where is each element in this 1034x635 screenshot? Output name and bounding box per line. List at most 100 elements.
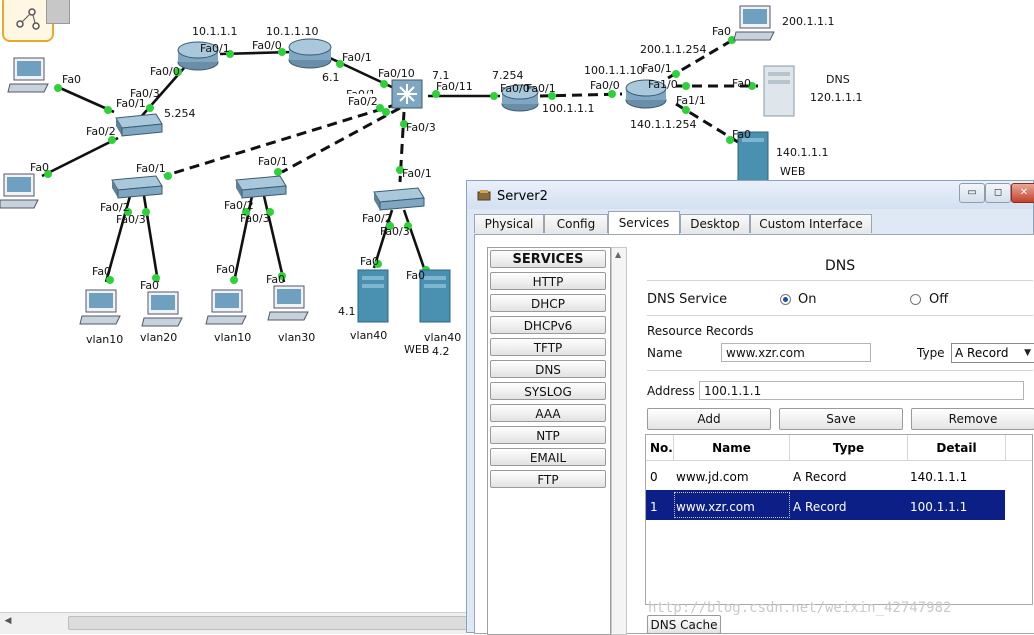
ms-fa011-label: Fa0/11 xyxy=(436,80,473,93)
dns-fa0-label: Fa0 xyxy=(732,77,752,90)
link-sw1-pc2 xyxy=(41,136,119,178)
maximize-button[interactable]: ◻ xyxy=(985,183,1011,203)
r2-fa01-label: Fa0/1 xyxy=(342,51,372,64)
web-ip-label: 140.1.1.1 xyxy=(776,146,829,159)
swb-fa01-label: Fa0/1 xyxy=(258,155,288,168)
swc-fa01-label: Fa0/1 xyxy=(402,167,432,180)
name-field[interactable]: www.xzr.com xyxy=(721,343,871,362)
remove-button[interactable]: Remove xyxy=(911,408,1034,430)
table-header-type[interactable]: Type xyxy=(790,435,908,461)
window-title: Server2 xyxy=(497,189,548,204)
dns-ip-label: 120.1.1.1 xyxy=(810,91,863,104)
switch-swb-icon xyxy=(235,175,287,199)
tab-desktop[interactable]: Desktop xyxy=(680,214,750,233)
scrollbar-thumb[interactable] xyxy=(68,616,468,630)
tab-services[interactable]: Services xyxy=(608,211,680,234)
s2-name-label: vlan40 xyxy=(424,331,462,344)
switch-sw1-icon xyxy=(115,113,163,137)
dns-on-radio[interactable] xyxy=(780,294,791,305)
services-header-button[interactable]: SERVICES xyxy=(490,250,606,268)
row-name: www.jd.com xyxy=(676,470,749,484)
swa-fa01-label: Fa0/1 xyxy=(136,162,166,175)
pa-fa0-label: Fa0 xyxy=(92,265,112,278)
dns-off-label: Off xyxy=(929,292,949,307)
row-no: 1 xyxy=(650,500,658,514)
router-r2-icon xyxy=(288,38,332,69)
dns-records-table: No. Name Type Detail 0 www.jd.com A Reco… xyxy=(645,434,1033,605)
service-ftp-button[interactable]: FTP xyxy=(490,470,606,488)
sw1-fa03-label: Fa0/3 xyxy=(130,87,160,100)
window-titlebar[interactable]: Server2 ▭ ◻ ✕ xyxy=(467,181,1034,209)
scroll-up-icon[interactable]: ▲ xyxy=(615,250,621,259)
ms-fa03-label: Fa0/3 xyxy=(406,121,436,134)
ra-fa01-label: Fa0/1 xyxy=(526,82,556,95)
swa-fa03-label: Fa0/3 xyxy=(116,213,146,226)
row-detail: 100.1.1.1 xyxy=(910,500,968,514)
server-app-icon xyxy=(477,190,491,201)
swc-fa03-label: Fa0/3 xyxy=(380,225,410,238)
r1-fa01-label: Fa0/1 xyxy=(200,42,230,55)
dns-heading: DNS xyxy=(825,258,856,274)
service-dhcp-button[interactable]: DHCP xyxy=(490,294,606,312)
tab-physical[interactable]: Physical xyxy=(474,214,544,233)
table-header-filler xyxy=(1006,435,1032,461)
service-dns-button[interactable]: DNS xyxy=(490,360,606,378)
dns-service-label: DNS Service xyxy=(647,292,728,307)
row-detail: 140.1.1.1 xyxy=(910,470,968,484)
name-label: Name xyxy=(647,346,683,360)
service-tftp-button[interactable]: TFTP xyxy=(490,338,606,356)
s1-ip-label: 4.1 xyxy=(338,305,356,318)
ra-ip2-label: 100.1.1.1 xyxy=(542,102,595,115)
tab-custom-interface[interactable]: Custom Interface xyxy=(750,214,872,233)
pc-fa0-label: Fa0 xyxy=(216,263,236,276)
add-button[interactable]: Add xyxy=(647,408,771,430)
service-aaa-button[interactable]: AAA xyxy=(490,404,606,422)
divider xyxy=(647,280,1033,281)
s2-ip-label: 4.2 xyxy=(432,345,450,358)
r2-fa00-label: Fa0/0 xyxy=(252,39,282,52)
rb-fa11-label: Fa1/1 xyxy=(676,94,706,107)
pc-pc-icon xyxy=(205,289,247,325)
swb-fa02-label: Fa0/2 xyxy=(224,199,254,212)
table-header-no[interactable]: No. xyxy=(646,435,674,461)
sw1-ip-label: 5.254 xyxy=(164,107,196,120)
table-header-detail[interactable]: Detail xyxy=(908,435,1006,461)
s1-fa0-label: Fa0 xyxy=(360,255,380,268)
rb-ip200-label: 200.1.1.254 xyxy=(640,43,707,56)
dns-off-radio[interactable] xyxy=(910,294,921,305)
scroll-left-icon[interactable]: ◀ xyxy=(2,616,14,628)
rb-fa00-label: Fa0/0 xyxy=(590,79,620,92)
save-button[interactable]: Save xyxy=(779,408,903,430)
rb-ip-label: 100.1.1.10 xyxy=(584,64,644,77)
divider xyxy=(647,370,1033,371)
type-select[interactable]: A Record ▼ xyxy=(951,343,1034,363)
pd-name-label: vlan30 xyxy=(278,331,316,344)
service-email-button[interactable]: EMAIL xyxy=(490,448,606,466)
link-swb-pd xyxy=(262,195,286,283)
minimize-button[interactable]: ▭ xyxy=(959,183,985,203)
swb-fa03-label: Fa0/3 xyxy=(240,212,270,225)
close-button[interactable]: ✕ xyxy=(1011,183,1034,203)
table-header-name[interactable]: Name xyxy=(674,435,790,461)
service-dhcpv6-button[interactable]: DHCPv6 xyxy=(490,316,606,334)
canvas-horizontal-scrollbar[interactable]: ◀ xyxy=(0,612,468,634)
services-list-scrollbar[interactable]: ▲ xyxy=(611,247,627,635)
row-name: www.xzr.com xyxy=(676,500,755,514)
pc-pa-icon xyxy=(79,289,121,325)
service-syslog-button[interactable]: SYSLOG xyxy=(490,382,606,400)
pc2-fa0-label: Fa0 xyxy=(30,161,50,174)
service-http-button[interactable]: HTTP xyxy=(490,272,606,290)
web-fa0-label: Fa0 xyxy=(732,128,752,141)
dns-cache-button[interactable]: DNS Cache xyxy=(647,615,721,634)
tab-config[interactable]: Config xyxy=(544,214,608,233)
address-field[interactable]: 100.1.1.1 xyxy=(699,381,1024,400)
rb-fa01-label: Fa0/1 xyxy=(642,62,672,75)
service-ntp-button[interactable]: NTP xyxy=(490,426,606,444)
pb-fa0-label: Fa0 xyxy=(140,279,160,292)
switch-swc-icon xyxy=(373,187,425,211)
pb-name-label: vlan20 xyxy=(140,331,178,344)
chevron-down-icon: ▼ xyxy=(1024,348,1031,358)
link-ms-swb xyxy=(281,106,401,174)
server-s1-icon xyxy=(357,269,389,323)
link-swc-s2 xyxy=(402,209,426,269)
